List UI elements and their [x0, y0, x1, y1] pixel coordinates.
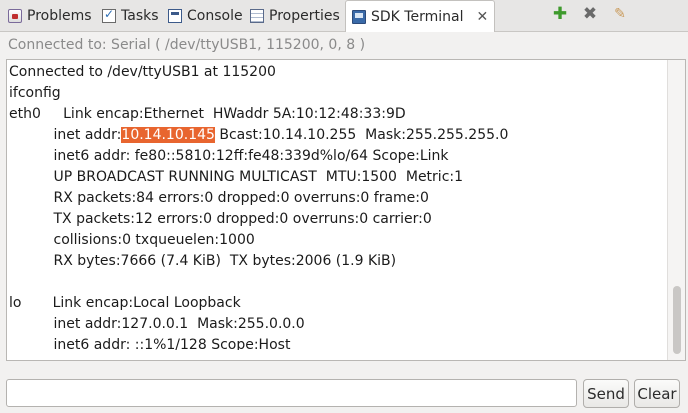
- inet-addr-prefix: inet addr:: [9, 127, 122, 143]
- tab-properties[interactable]: Properties: [244, 0, 346, 31]
- view-toolbar: ✚ ✖ ✎: [550, 4, 630, 24]
- command-input[interactable]: [6, 379, 577, 407]
- scrollbar-thumb[interactable]: [673, 286, 681, 354]
- view-tab-bar: Problems Tasks Console Properties SDK Te…: [0, 0, 688, 32]
- terminal-line: UP BROADCAST RUNNING MULTICAST MTU:1500 …: [9, 169, 464, 185]
- tab-label: Properties: [269, 7, 340, 24]
- remove-icon[interactable]: ✖: [580, 4, 600, 24]
- terminal-line: RX packets:84 errors:0 dropped:0 overrun…: [9, 190, 429, 206]
- tab-label: SDK Terminal: [371, 8, 464, 25]
- terminal-line: ifconfig: [9, 85, 61, 101]
- tab-problems[interactable]: Problems: [2, 0, 98, 31]
- tab-sdk-terminal[interactable]: SDK Terminal ✕: [345, 0, 496, 32]
- terminal-line: RX bytes:7666 (7.4 KiB) TX bytes:2006 (1…: [9, 253, 397, 269]
- terminal-line: Connected to /dev/ttyUSB1 at 115200: [9, 64, 276, 80]
- terminal-line: eth0 Link encap:Ethernet HWaddr 5A:10:12…: [9, 106, 406, 122]
- close-icon[interactable]: ✕: [476, 9, 488, 25]
- properties-icon: [250, 8, 264, 23]
- terminal-line: inet addr:10.14.10.145 Bcast:10.14.10.25…: [9, 125, 665, 146]
- problems-icon: [8, 8, 22, 23]
- terminal-line: lo Link encap:Local Loopback: [9, 295, 241, 311]
- inet-addr-suffix: Bcast:10.14.10.255 Mask:255.255.255.0: [214, 127, 509, 143]
- clear-eraser-icon[interactable]: ✎: [610, 4, 630, 24]
- terminal-output[interactable]: Connected to /dev/ttyUSB1 at 115200 ifco…: [6, 59, 686, 361]
- tab-label: Console: [187, 7, 243, 24]
- selected-ip-text: 10.14.10.145: [121, 127, 215, 143]
- send-button[interactable]: Send: [583, 379, 629, 408]
- terminal-lines: Connected to /dev/ttyUSB1 at 115200 ifco…: [9, 62, 665, 358]
- tab-console[interactable]: Console: [162, 0, 249, 31]
- terminal-line: TX packets:12 errors:0 dropped:0 overrun…: [9, 211, 432, 227]
- sdk-terminal-icon: [352, 9, 366, 24]
- add-icon[interactable]: ✚: [550, 4, 570, 24]
- terminal-line: collisions:0 txqueuelen:1000: [9, 232, 255, 248]
- connection-status: Connected to: Serial ( /dev/ttyUSB1, 115…: [8, 37, 366, 53]
- tab-label: Tasks: [121, 7, 159, 24]
- vertical-scrollbar[interactable]: [667, 60, 685, 360]
- tab-tasks[interactable]: Tasks: [96, 0, 165, 31]
- terminal-line: inet6 addr: fe80::5810:12ff:fe48:339d%lo…: [9, 148, 449, 164]
- horizontal-scrollbar[interactable]: [7, 350, 667, 360]
- terminal-line: inet addr:127.0.0.1 Mask:255.0.0.0: [9, 316, 305, 332]
- clear-button[interactable]: Clear: [634, 379, 680, 408]
- console-icon: [168, 8, 182, 23]
- tasks-icon: [102, 7, 116, 23]
- tab-label: Problems: [27, 7, 92, 24]
